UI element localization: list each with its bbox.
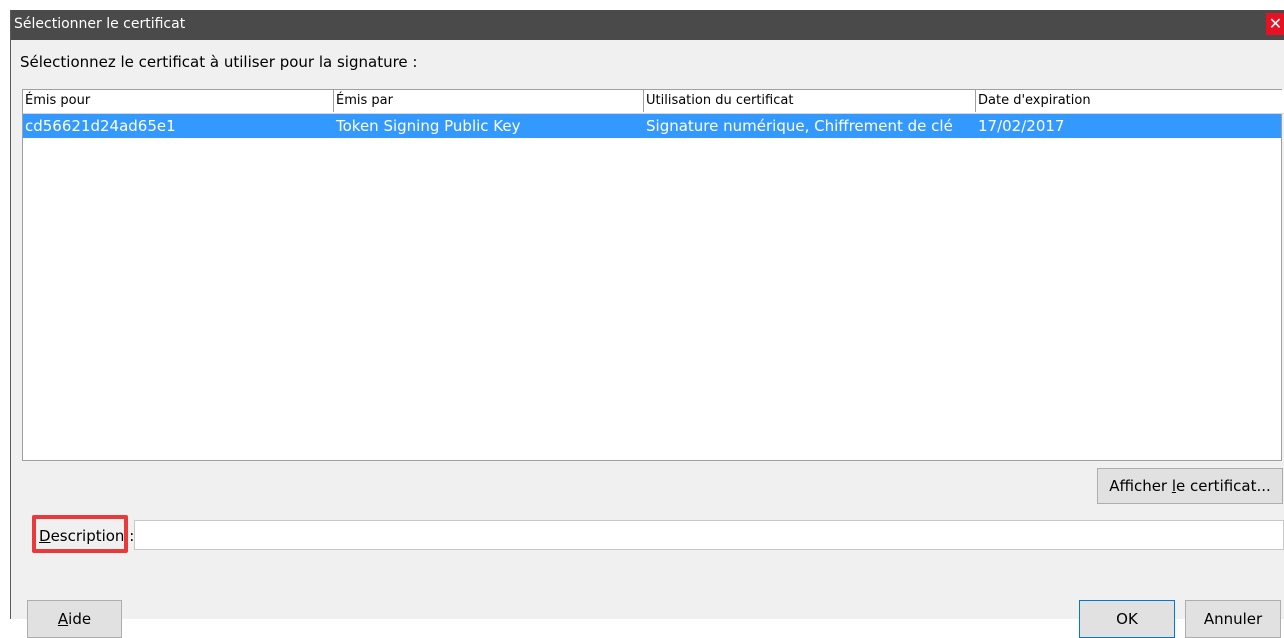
column-header-issued-to[interactable]: Émis pour	[23, 90, 334, 112]
instruction-label: Sélectionnez le certificat à utiliser po…	[20, 53, 418, 71]
list-header: Émis pour Émis par Utilisation du certif…	[23, 90, 1284, 114]
help-label: ide	[68, 610, 92, 628]
title-bar[interactable]: Sélectionner le certificat ✕	[11, 10, 1284, 40]
highlight-box	[32, 515, 128, 553]
view-certificate-label-post: e certificat...	[1176, 477, 1271, 495]
cell-expiration: 17/02/2017	[978, 117, 1065, 135]
certificate-list[interactable]: Émis pour Émis par Utilisation du certif…	[22, 89, 1284, 461]
view-certificate-label-pre: Afficher	[1109, 477, 1172, 495]
help-button[interactable]: Aide	[27, 600, 122, 638]
close-icon[interactable]: ✕	[1266, 13, 1284, 35]
cancel-button[interactable]: Annuler	[1185, 600, 1281, 638]
column-header-issued-by[interactable]: Émis par	[334, 90, 644, 112]
help-accelerator: A	[57, 610, 69, 628]
view-certificate-button[interactable]: Afficher le certificat...	[1097, 468, 1283, 504]
ok-button[interactable]: OK	[1079, 600, 1175, 638]
cell-usage: Signature numérique, Chiffrement de clé	[646, 117, 953, 135]
column-header-expiration[interactable]: Date d'expiration	[976, 90, 1281, 112]
cell-issued-to: cd56621d24ad65e1	[25, 117, 176, 135]
window-title: Sélectionner le certificat	[14, 16, 186, 32]
cell-issued-by: Token Signing Public Key	[336, 117, 521, 135]
certificate-row-selected[interactable]: cd56621d24ad65e1 Token Signing Public Ke…	[23, 114, 1281, 138]
description-input[interactable]	[134, 520, 1284, 550]
column-header-usage[interactable]: Utilisation du certificat	[644, 90, 976, 112]
